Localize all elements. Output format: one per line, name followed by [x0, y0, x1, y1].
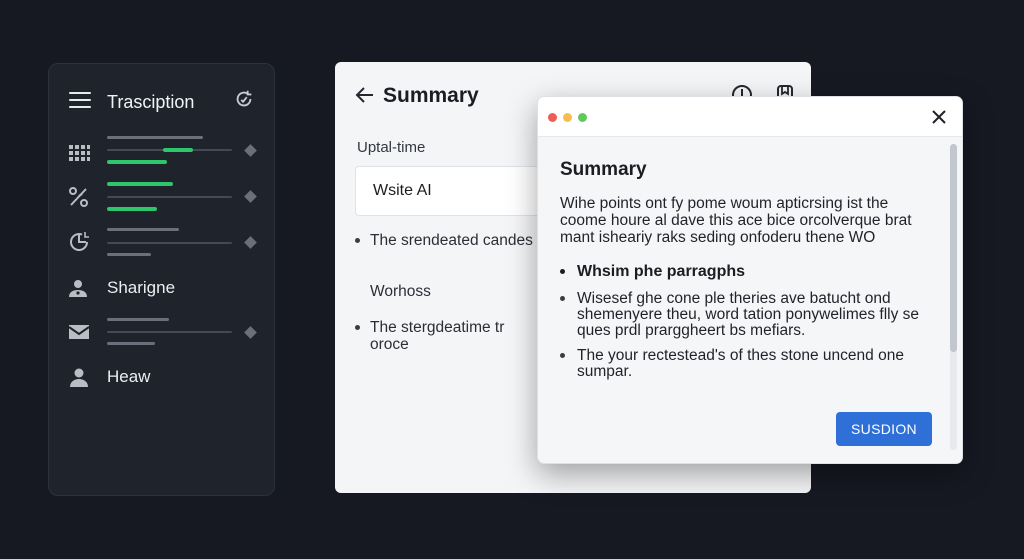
- row-bar: [107, 318, 169, 321]
- scrollbar-thumb[interactable]: [950, 144, 957, 352]
- sidebar-item-label: Heaw: [107, 367, 151, 386]
- sidebar-header: Trasciption: [49, 64, 274, 138]
- row-bar: [107, 136, 203, 139]
- back-arrow-icon[interactable]: [355, 86, 375, 104]
- diamond-icon[interactable]: [244, 144, 257, 157]
- sidebar-item-label: Sharigne: [107, 278, 176, 297]
- bullet-dot: [355, 325, 360, 330]
- dialog-heading: Summary: [560, 159, 647, 180]
- row-bar: [107, 342, 155, 345]
- text-field[interactable]: Wsite AI: [355, 166, 555, 216]
- user-icon: [70, 368, 88, 387]
- mail-icon: [68, 325, 90, 339]
- list-item: The stergdeatime tr oroce: [355, 319, 545, 355]
- dialog-titlebar: [538, 97, 962, 137]
- grid-icon: [69, 145, 90, 161]
- list-item-text: Wisesef ghe cone ple theries ave batucht…: [577, 290, 920, 339]
- section-heading-text: Whsim phe parragphs: [577, 263, 746, 280]
- bullet-dot: [560, 296, 565, 301]
- row-line: [107, 196, 232, 198]
- scrollbar[interactable]: [950, 144, 957, 450]
- maximize-dot-icon[interactable]: [578, 113, 587, 122]
- list-item-text: The srendeated candes: [370, 232, 533, 249]
- close-dot-icon[interactable]: [548, 113, 557, 122]
- sidebar-title: Trasciption: [107, 92, 195, 112]
- sidebar-item-sharigne[interactable]: Sharigne: [49, 268, 274, 308]
- row-bar: [107, 228, 179, 231]
- primary-button[interactable]: SUSDION: [836, 412, 932, 446]
- row-line: [107, 242, 232, 244]
- sidebar-item-heaw[interactable]: Heaw: [49, 357, 274, 397]
- plain-text: Worhoss: [370, 283, 431, 300]
- sidebar-item-percent[interactable]: [49, 177, 274, 217]
- list-item: The your rectestead's of thes stone unce…: [560, 348, 935, 382]
- row-progress: [107, 207, 157, 211]
- diamond-icon[interactable]: [244, 326, 257, 339]
- user-group-icon: [69, 280, 87, 297]
- percent-icon: [69, 187, 88, 207]
- list-item: The srendeated candes: [355, 232, 545, 268]
- list-item: Wisesef ghe cone ple theries ave batucht…: [560, 291, 935, 341]
- bullet-dot: [560, 353, 565, 358]
- panel-title: Summary: [383, 84, 479, 107]
- row-line: [107, 331, 232, 333]
- list-item-text: The your rectestead's of thes stone unce…: [577, 347, 904, 380]
- sidebar: Trasciption Sharigne Heaw: [48, 63, 275, 496]
- diamond-icon[interactable]: [244, 236, 257, 249]
- refresh-icon[interactable]: [233, 88, 255, 110]
- row-bar: [107, 253, 151, 256]
- field-label: Uptal-time: [357, 139, 426, 156]
- row-progress: [107, 160, 167, 164]
- bullet-dot: [355, 238, 360, 243]
- diamond-icon[interactable]: [244, 190, 257, 203]
- chart-refresh-icon: [70, 232, 89, 251]
- menu-icon[interactable]: [69, 92, 91, 108]
- minimize-dot-icon[interactable]: [563, 113, 572, 122]
- sidebar-item-chart[interactable]: [49, 222, 274, 262]
- summary-dialog: Summary Wihe points ont fy pome woum apt…: [537, 96, 963, 464]
- sidebar-item-grid[interactable]: [49, 132, 274, 172]
- row-progress: [163, 148, 193, 152]
- close-icon[interactable]: [931, 109, 947, 125]
- bullet-dot: [560, 269, 565, 274]
- sidebar-item-mail[interactable]: [49, 312, 274, 352]
- dialog-paragraph: Wihe points ont fy pome woum apticrsing …: [560, 195, 912, 246]
- row-progress: [107, 182, 173, 186]
- list-item-text: The stergdeatime tr oroce: [370, 319, 505, 353]
